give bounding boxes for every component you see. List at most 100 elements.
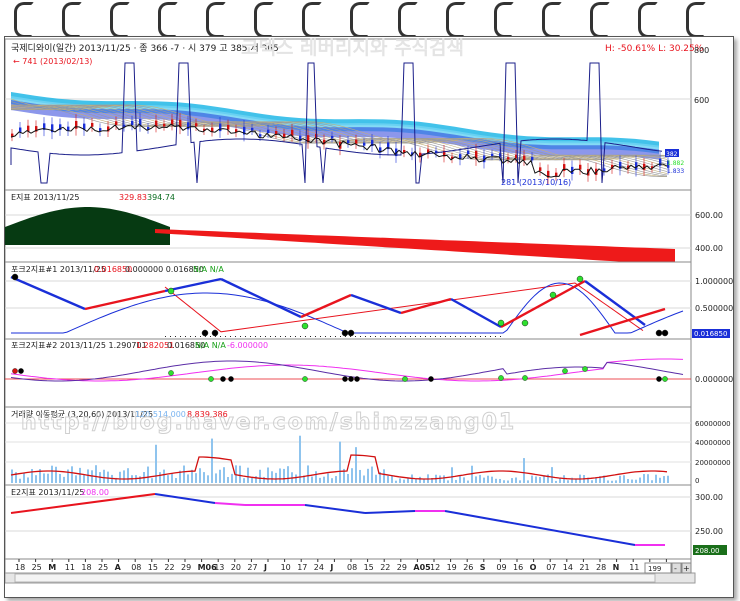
volume-bar [447, 480, 449, 483]
spiral-ring [206, 2, 226, 38]
fork2-marker [354, 376, 360, 382]
candle-body [275, 131, 278, 135]
e-indicator-header: E지표 2013/11/25 [11, 193, 79, 202]
fork1-dot [215, 336, 216, 337]
volume-bar [331, 478, 333, 483]
fork1-dot [185, 336, 186, 337]
volume-bar [463, 477, 465, 483]
spiral-ring [446, 2, 466, 38]
fork1-axis-1: 1.000000 [695, 277, 733, 286]
candle-body [195, 123, 198, 127]
fork1-dot [245, 336, 246, 337]
chart-scrollbar[interactable] [4, 572, 696, 584]
x-tick-label: 12 [430, 563, 440, 572]
volume-bar [275, 472, 277, 483]
fork1-dot [470, 336, 471, 337]
volume-bar [319, 477, 321, 483]
volume-bar [215, 473, 217, 483]
volume-bar [283, 468, 285, 483]
fork2-marker [348, 376, 354, 382]
volume-bar [511, 478, 513, 483]
scrollbar-thumb[interactable] [14, 573, 656, 583]
volume-bar [171, 473, 173, 483]
volume-bar [399, 478, 401, 483]
x-tick-label: 08 [347, 563, 357, 572]
price-axis-600: 600 [694, 96, 709, 105]
volume-bar [147, 466, 149, 483]
volume-axis-20m: 20000000 [695, 459, 731, 467]
volume-bar [423, 479, 425, 483]
volume-bar [195, 473, 197, 483]
volume-bar [207, 475, 209, 483]
volume-axis-0: 0 [695, 477, 699, 485]
candle-body [227, 124, 230, 130]
fork1-dot [410, 336, 411, 337]
x-tick-label: 24 [314, 563, 324, 572]
candle-body [347, 140, 350, 144]
watermark-title: 코덱스 레버리지와 주식검색 [241, 37, 464, 59]
volume-bar [151, 478, 153, 483]
volume-bar [187, 474, 189, 483]
candle-body [259, 134, 262, 137]
volume-bar [647, 474, 649, 483]
x-tick-label: 18 [15, 563, 25, 572]
volume-bar [243, 478, 245, 483]
price-tag-current: 382 [666, 151, 678, 158]
x-tick-label: 11 [629, 563, 639, 572]
x-tick-label: 13 [214, 563, 224, 572]
x-tick-label: J [263, 563, 267, 572]
volume-bar [451, 467, 453, 483]
x-tick-label: 25 [32, 563, 42, 572]
spiral-ring [158, 2, 178, 38]
fork1-dot [305, 336, 306, 337]
fork1-dot [425, 336, 426, 337]
volume-bar [439, 475, 441, 483]
fork2-header: 포크2지표#2 2013/11/25 1.290701 [11, 341, 147, 350]
fork2-marker [220, 376, 226, 382]
volume-bar [527, 480, 529, 483]
x-tick-label: 14 [563, 563, 573, 572]
volume-bar [415, 478, 417, 483]
fork1-dot [415, 336, 416, 337]
zoom-control[interactable]: 199 - + [644, 562, 692, 574]
volume-bar [35, 475, 37, 483]
volume-bar [503, 480, 505, 483]
volume-bar [543, 475, 545, 483]
volume-bar [499, 478, 501, 483]
candle-body [163, 123, 166, 127]
fork1-dot [345, 336, 346, 337]
x-axis: 18 25 M 11 18 25 A 08 15 22 29 M0613 20 27 J 10 17 24 J 08 1… [4, 558, 692, 574]
fork1-dot [485, 336, 486, 337]
fork2-marker [498, 375, 504, 381]
spiral-ring [686, 2, 706, 38]
volume-bar [363, 475, 365, 483]
volume-bar [531, 475, 533, 483]
fork1-na: N/A N/A [193, 265, 224, 274]
fork1-dot [290, 336, 291, 337]
fork1-marker [11, 273, 19, 281]
volume-bar [519, 480, 521, 483]
x-tick-label: 22 [164, 563, 174, 572]
x-tick-label: A05 [413, 563, 431, 572]
fork1-dot [430, 336, 431, 337]
spiral-ring [254, 2, 274, 38]
volume-bar [127, 468, 129, 483]
volume-bar [539, 477, 541, 483]
spiral-ring [110, 2, 130, 38]
x-tick-label: M [48, 563, 56, 572]
volume-bar [627, 479, 629, 483]
volume-bar [211, 438, 213, 483]
fork2-marker [662, 376, 668, 382]
x-tick-label: 29 [397, 563, 407, 572]
volume-bar [199, 468, 201, 483]
zoom-out-icon: - [674, 564, 677, 573]
candle-body [555, 172, 558, 177]
fork2-marker [562, 368, 568, 374]
x-tick-label: J [329, 563, 333, 572]
volume-bar [419, 476, 421, 483]
x-tick-label: 09 [496, 563, 506, 572]
fork1-dot [200, 336, 201, 337]
volume-bar [63, 476, 65, 483]
fork1-dot [195, 336, 196, 337]
fork1-dot [205, 336, 206, 337]
